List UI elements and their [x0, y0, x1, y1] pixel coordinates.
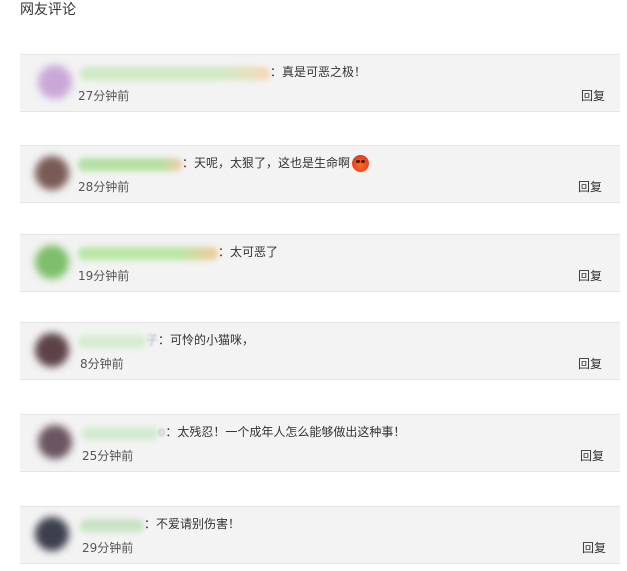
comment-text: ：天呢，太狠了，这也是生命啊: [182, 156, 351, 170]
comment-item: o ：太残忍！一个成年人怎么能够做出这种事！ 25分钟前 回复: [20, 414, 620, 472]
comment-text: ：太残忍！一个成年人怎么能够做出这种事！: [165, 425, 406, 439]
comment-item: ：不爱请别伤害！ 29分钟前 回复: [20, 506, 620, 564]
username-tail: o: [158, 425, 166, 439]
comment-time: 25分钟前: [82, 449, 134, 463]
avatar[interactable]: [35, 245, 69, 279]
comment-text-line: ：天呢，太狠了，这也是生命啊: [182, 154, 370, 172]
comment-item: 子 ：可怜的小猫咪， 8分钟前 回复: [20, 322, 620, 380]
reply-button[interactable]: 回复: [580, 448, 604, 464]
comment-text: ：可怜的小猫咪，: [158, 333, 255, 347]
comment-text: ：不爱请别伤害！: [144, 517, 241, 531]
username[interactable]: [82, 427, 158, 440]
reply-button[interactable]: 回复: [581, 88, 605, 104]
username[interactable]: [78, 247, 218, 260]
comment-text: ：太可恶了: [218, 245, 279, 259]
comment-text: ：真是可恶之极！: [270, 65, 367, 79]
username-tail: 子: [146, 333, 159, 347]
angry-face-icon: [352, 154, 370, 172]
comment-text-line: ：太可恶了: [218, 243, 278, 261]
username[interactable]: [78, 158, 182, 171]
reply-button[interactable]: 回复: [578, 268, 602, 284]
avatar[interactable]: [35, 517, 69, 551]
comment-time: 19分钟前: [78, 269, 130, 283]
comment-time: 8分钟前: [80, 357, 124, 371]
avatar[interactable]: [38, 65, 72, 99]
comment-text-line: ：真是可恶之极！: [270, 63, 366, 81]
username[interactable]: [80, 519, 144, 532]
section-title: 网友评论: [20, 2, 76, 18]
avatar[interactable]: [35, 156, 69, 190]
comment-item: ：太可恶了 19分钟前 回复: [20, 234, 620, 292]
reply-button[interactable]: 回复: [582, 540, 606, 556]
username[interactable]: [80, 67, 270, 80]
comment-item: ：真是可恶之极！ 27分钟前 回复: [20, 54, 620, 112]
comment-text-line: 子 ：可怜的小猫咪，: [146, 331, 254, 349]
comment-time: 29分钟前: [82, 541, 134, 555]
reply-button[interactable]: 回复: [578, 179, 602, 195]
comment-text-line: ：不爱请别伤害！: [144, 515, 240, 533]
reply-button[interactable]: 回复: [578, 356, 602, 372]
username[interactable]: [78, 335, 146, 348]
comment-item: ：天呢，太狠了，这也是生命啊 28分钟前 回复: [20, 145, 620, 203]
avatar[interactable]: [35, 333, 69, 367]
avatar[interactable]: [38, 425, 72, 459]
comment-text-line: o ：太残忍！一个成年人怎么能够做出这种事！: [158, 423, 405, 441]
comment-time: 27分钟前: [78, 89, 130, 103]
comment-time: 28分钟前: [78, 180, 130, 194]
